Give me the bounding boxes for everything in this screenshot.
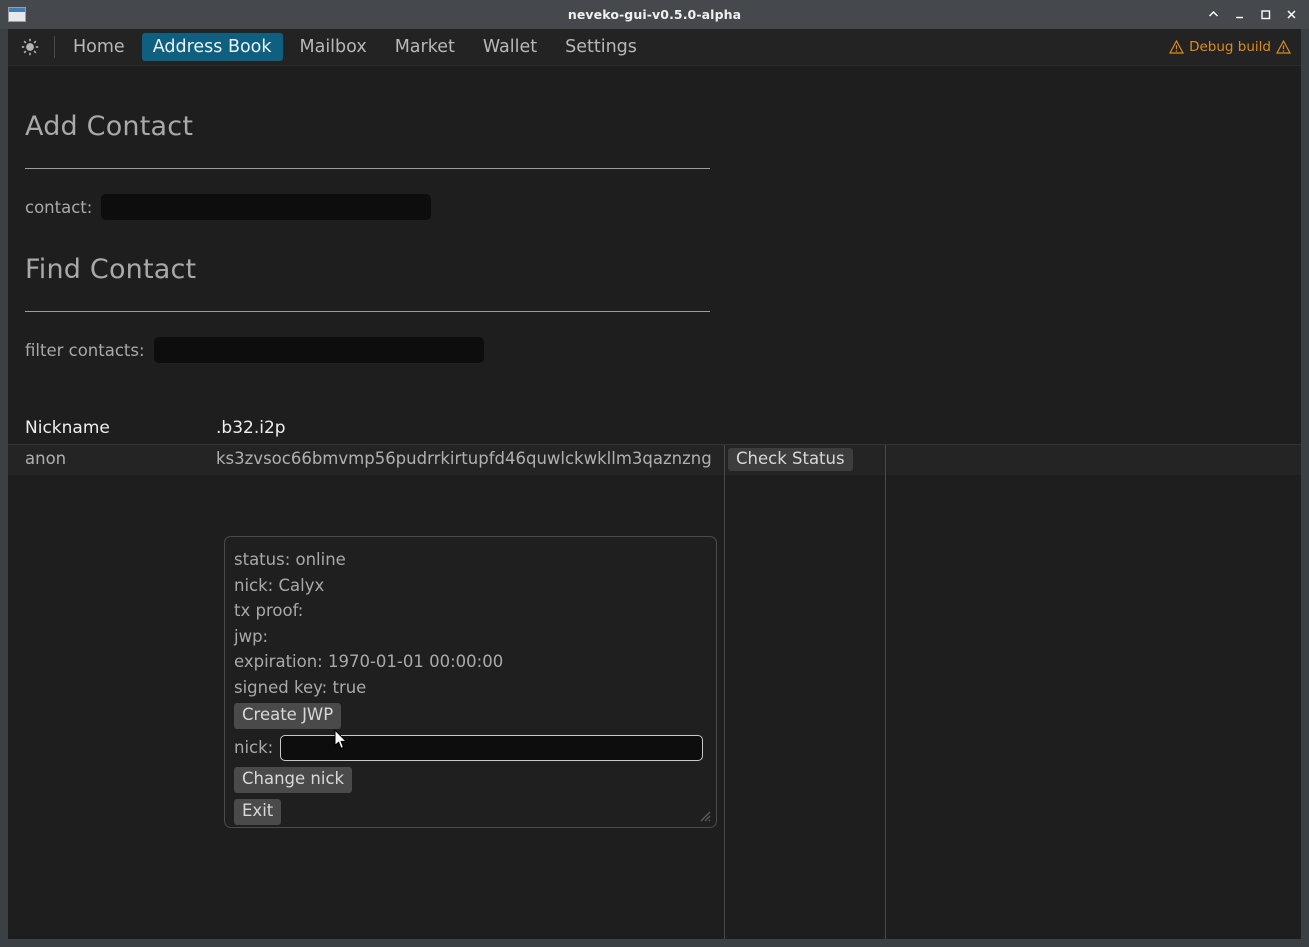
- contact-input[interactable]: [101, 194, 432, 220]
- popup-expiration-line: expiration: 1970-01-01 00:00:00: [234, 652, 504, 671]
- close-button[interactable]: [1279, 3, 1303, 27]
- status-popup: status: online nick: Calyx tx proof: jwp…: [224, 536, 717, 828]
- add-contact-heading: Add Contact: [25, 111, 194, 142]
- app-root: Home Address Book Mailbox Market Wallet …: [8, 29, 1301, 939]
- exit-row: Exit: [234, 796, 716, 828]
- create-jwp-button[interactable]: Create JWP: [234, 703, 342, 729]
- debug-build-indicator: Debug build: [1169, 29, 1291, 65]
- debug-build-label: Debug build: [1189, 39, 1271, 55]
- create-jwp-row: Create JWP: [234, 700, 716, 732]
- popup-txproof-line: tx proof:: [234, 601, 304, 620]
- tab-settings[interactable]: Settings: [554, 33, 648, 61]
- tab-mailbox[interactable]: Mailbox: [289, 33, 378, 61]
- check-status-button[interactable]: Check Status: [728, 448, 853, 471]
- shade-button[interactable]: [1201, 3, 1225, 27]
- change-nick-button[interactable]: Change nick: [234, 767, 353, 793]
- resize-grip-icon[interactable]: [697, 808, 711, 822]
- table-row[interactable]: anon ks3zvsoc66bmvmp56pudrrkirtupfd46quw…: [8, 445, 1301, 475]
- change-nick-row: Change nick: [234, 764, 716, 796]
- filter-contacts-label: filter contacts:: [25, 340, 145, 360]
- title-bar[interactable]: neveko-gui-v0.5.0-alpha: [0, 0, 1309, 29]
- nick-input[interactable]: [280, 735, 704, 761]
- tab-market[interactable]: Market: [384, 33, 466, 61]
- find-contact-heading: Find Contact: [25, 254, 197, 285]
- popup-nick-input-label: nick:: [234, 738, 274, 758]
- column-header-nickname[interactable]: Nickname: [25, 418, 110, 438]
- popup-status-line: status: online: [234, 550, 346, 569]
- cell-nickname: anon: [25, 449, 67, 468]
- warning-triangle-icon: [1169, 40, 1185, 54]
- minimize-button[interactable]: [1227, 3, 1251, 27]
- column-header-b32i2p[interactable]: .b32.i2p: [216, 418, 286, 438]
- popup-nick-field-row: nick:: [234, 732, 716, 764]
- window-title: neveko-gui-v0.5.0-alpha: [567, 7, 742, 22]
- warning-triangle-icon: [1276, 40, 1291, 54]
- popup-signedkey-line: signed key: true: [234, 677, 367, 697]
- maximize-button[interactable]: [1253, 3, 1277, 27]
- filter-contacts-input[interactable]: [153, 337, 484, 363]
- tab-home[interactable]: Home: [62, 33, 136, 61]
- add-contact-divider: [25, 168, 710, 169]
- column-divider-2[interactable]: [885, 445, 886, 939]
- popup-nick-line: nick: Calyx: [234, 575, 325, 595]
- contact-label: contact:: [25, 197, 93, 217]
- contact-field-row: contact:: [25, 194, 432, 220]
- tab-address-book[interactable]: Address Book: [141, 33, 283, 61]
- page-content: Add Contact contact: Find Contact filter…: [8, 66, 1301, 939]
- filter-contacts-field-row: filter contacts:: [25, 337, 484, 363]
- exit-button[interactable]: Exit: [234, 799, 282, 825]
- column-divider-1[interactable]: [724, 445, 725, 939]
- cell-b32i2p: ks3zvsoc66bmvmp56pudrrkirtupfd46quwlckwk…: [216, 449, 712, 468]
- popup-jwp-line: jwp:: [234, 626, 269, 646]
- tab-wallet[interactable]: Wallet: [472, 33, 548, 61]
- menu-separator: [54, 36, 55, 58]
- window-controls: [1201, 0, 1303, 29]
- find-contact-divider: [25, 311, 710, 312]
- application-window: neveko-gui-v0.5.0-alpha Home Address Boo…: [0, 0, 1309, 947]
- table-header-row: Nickname .b32.i2p: [8, 411, 1301, 444]
- window-icon: [8, 7, 26, 22]
- menu-bar: Home Address Book Mailbox Market Wallet …: [8, 29, 1301, 66]
- sun-icon[interactable]: [8, 29, 52, 65]
